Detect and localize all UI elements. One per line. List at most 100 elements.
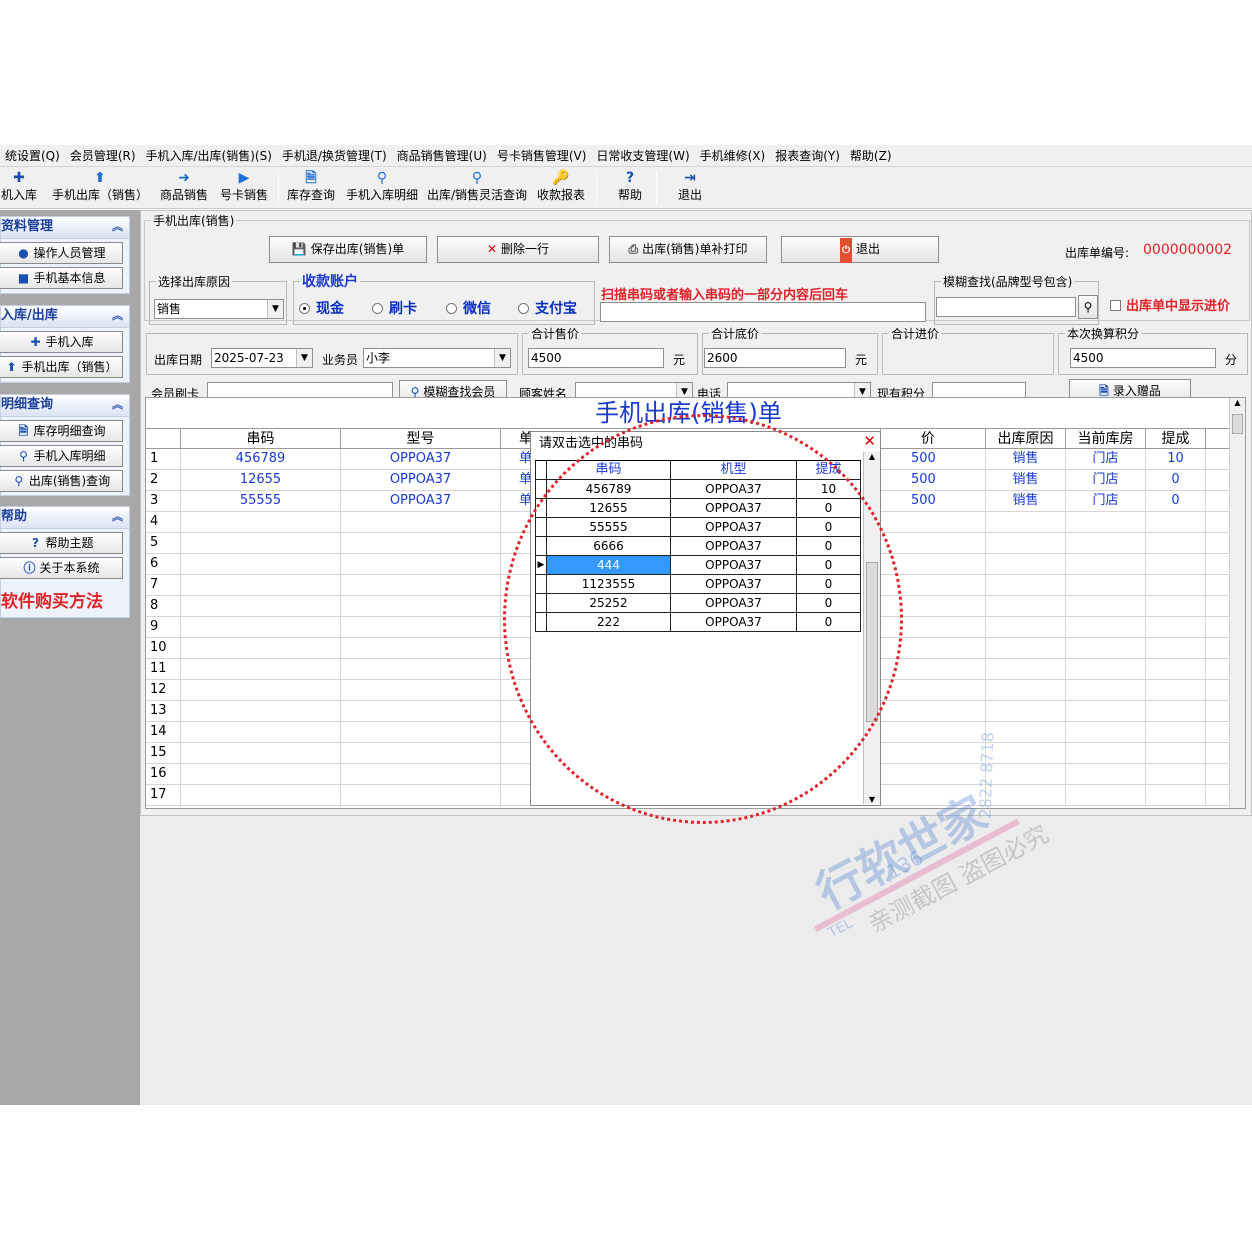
scroll-up-icon[interactable]: ▲ [864, 452, 880, 461]
table-cell[interactable] [986, 554, 1066, 574]
table-cell[interactable] [341, 659, 501, 679]
table-cell[interactable] [341, 680, 501, 700]
table-cell[interactable] [341, 743, 501, 763]
row-indicator[interactable] [535, 594, 547, 612]
row-number[interactable]: 7 [146, 575, 181, 595]
table-cell[interactable] [181, 680, 341, 700]
popup-cell[interactable]: 12655 [547, 499, 671, 517]
menu-return[interactable]: 手机退/换货管理(T) [277, 147, 392, 164]
toolbar-help-button[interactable]: ? 帮助 [610, 169, 650, 207]
popup-row[interactable]: 25252 OPPOA37 0 [535, 594, 861, 613]
row-number[interactable]: 9 [146, 617, 181, 637]
table-cell[interactable] [341, 596, 501, 616]
table-cell[interactable] [1146, 512, 1206, 532]
popup-cell[interactable]: 0 [797, 537, 861, 555]
table-cell[interactable] [881, 617, 986, 637]
sidebar-item-phone-info[interactable]: ■ 手机基本信息 [0, 267, 123, 289]
popup-cell[interactable]: 222 [547, 613, 671, 631]
row-number[interactable]: 6 [146, 554, 181, 574]
menu-member[interactable]: 会员管理(R) [65, 147, 141, 164]
table-cell[interactable] [986, 575, 1066, 595]
popup-scrollbar[interactable]: ▲ ▼ [863, 452, 880, 804]
table-cell[interactable] [1146, 596, 1206, 616]
popup-cell[interactable]: OPPOA37 [671, 499, 797, 517]
table-cell[interactable] [181, 701, 341, 721]
menu-daily-finance[interactable]: 日常收支管理(W) [591, 147, 694, 164]
row-number[interactable]: 1 [146, 449, 181, 469]
table-cell[interactable]: 500 [881, 491, 986, 511]
table-cell[interactable]: 12655 [181, 470, 341, 490]
table-cell[interactable] [1066, 764, 1146, 784]
menu-help[interactable]: 帮助(Z) [845, 147, 897, 164]
table-cell[interactable] [986, 743, 1066, 763]
row-indicator[interactable] [535, 575, 547, 593]
reason-select[interactable]: 销售 ▼ [154, 299, 284, 319]
table-cell[interactable] [986, 785, 1066, 805]
row-indicator[interactable]: ▶ [535, 556, 547, 574]
table-cell[interactable] [341, 554, 501, 574]
scroll-down-icon[interactable]: ▼ [864, 795, 880, 804]
table-cell[interactable]: 500 [881, 470, 986, 490]
toolbar-flexible-query-button[interactable]: ⚲ 出库/销售灵活查询 [424, 169, 530, 207]
table-cell[interactable]: 门店 [1066, 491, 1146, 511]
toolbar-goods-sales-button[interactable]: ➜ 商品销售 [158, 169, 210, 207]
popup-row[interactable]: 6666 OPPOA37 0 [535, 537, 861, 556]
table-cell[interactable] [881, 785, 986, 805]
col-serial[interactable]: 串码 [181, 429, 341, 448]
table-cell[interactable] [1066, 596, 1146, 616]
scroll-thumb[interactable] [1232, 414, 1243, 434]
table-cell[interactable] [181, 512, 341, 532]
table-cell[interactable] [341, 764, 501, 784]
table-cell[interactable] [341, 638, 501, 658]
row-indicator[interactable] [535, 613, 547, 631]
table-cell[interactable] [881, 680, 986, 700]
table-cell[interactable] [881, 554, 986, 574]
row-number[interactable]: 15 [146, 743, 181, 763]
table-cell[interactable]: 0 [1146, 491, 1206, 511]
popup-cell[interactable]: 0 [797, 556, 861, 574]
popup-cell[interactable]: 1123555 [547, 575, 671, 593]
pay-cash-radio[interactable]: 现金 [299, 298, 344, 318]
menu-card-sales[interactable]: 号卡销售管理(V) [492, 147, 592, 164]
popup-cell[interactable]: OPPOA37 [671, 594, 797, 612]
popup-row[interactable]: 456789 OPPOA37 10 [535, 480, 861, 499]
row-indicator[interactable] [535, 518, 547, 536]
toolbar-receipt-report-button[interactable]: 🔑 收款报表 [534, 169, 588, 207]
table-cell[interactable] [1146, 743, 1206, 763]
table-cell[interactable] [181, 617, 341, 637]
col-commission[interactable]: 提成 [1146, 429, 1206, 448]
table-cell[interactable] [181, 659, 341, 679]
table-cell[interactable] [1066, 680, 1146, 700]
menu-system[interactable]: 统设置(Q) [0, 147, 65, 164]
popup-cell[interactable]: 10 [797, 480, 861, 498]
popup-row[interactable]: 222 OPPOA37 0 [535, 613, 861, 632]
clerk-select[interactable]: 小李 ▼ [363, 348, 511, 368]
table-cell[interactable] [181, 575, 341, 595]
table-cell[interactable] [1066, 743, 1146, 763]
table-cell[interactable] [1146, 533, 1206, 553]
scroll-thumb[interactable] [866, 562, 878, 722]
popup-row[interactable]: 1123555 OPPOA37 0 [535, 575, 861, 594]
table-cell[interactable] [986, 533, 1066, 553]
table-cell[interactable] [1066, 617, 1146, 637]
chevron-down-icon[interactable]: ▼ [267, 300, 283, 318]
table-cell[interactable] [881, 764, 986, 784]
table-cell[interactable]: 10 [1146, 449, 1206, 469]
row-number[interactable]: 8 [146, 596, 181, 616]
table-cell[interactable] [986, 659, 1066, 679]
table-cell[interactable] [181, 743, 341, 763]
popup-cell[interactable]: 6666 [547, 537, 671, 555]
table-cell[interactable] [986, 638, 1066, 658]
table-cell[interactable] [1066, 659, 1146, 679]
popup-col-serial[interactable]: 串码 [547, 461, 671, 479]
table-cell[interactable] [881, 659, 986, 679]
popup-cell[interactable]: OPPOA37 [671, 575, 797, 593]
save-button[interactable]: 💾 保存出库(销售)单 [269, 236, 427, 263]
table-cell[interactable] [181, 638, 341, 658]
table-cell[interactable]: 456789 [181, 449, 341, 469]
row-number[interactable]: 14 [146, 722, 181, 742]
sidebar-item-about[interactable]: ⓘ 关于本系统 [0, 557, 123, 579]
pay-alipay-radio[interactable]: 支付宝 [518, 298, 577, 318]
row-number[interactable]: 3 [146, 491, 181, 511]
table-cell[interactable] [1146, 680, 1206, 700]
